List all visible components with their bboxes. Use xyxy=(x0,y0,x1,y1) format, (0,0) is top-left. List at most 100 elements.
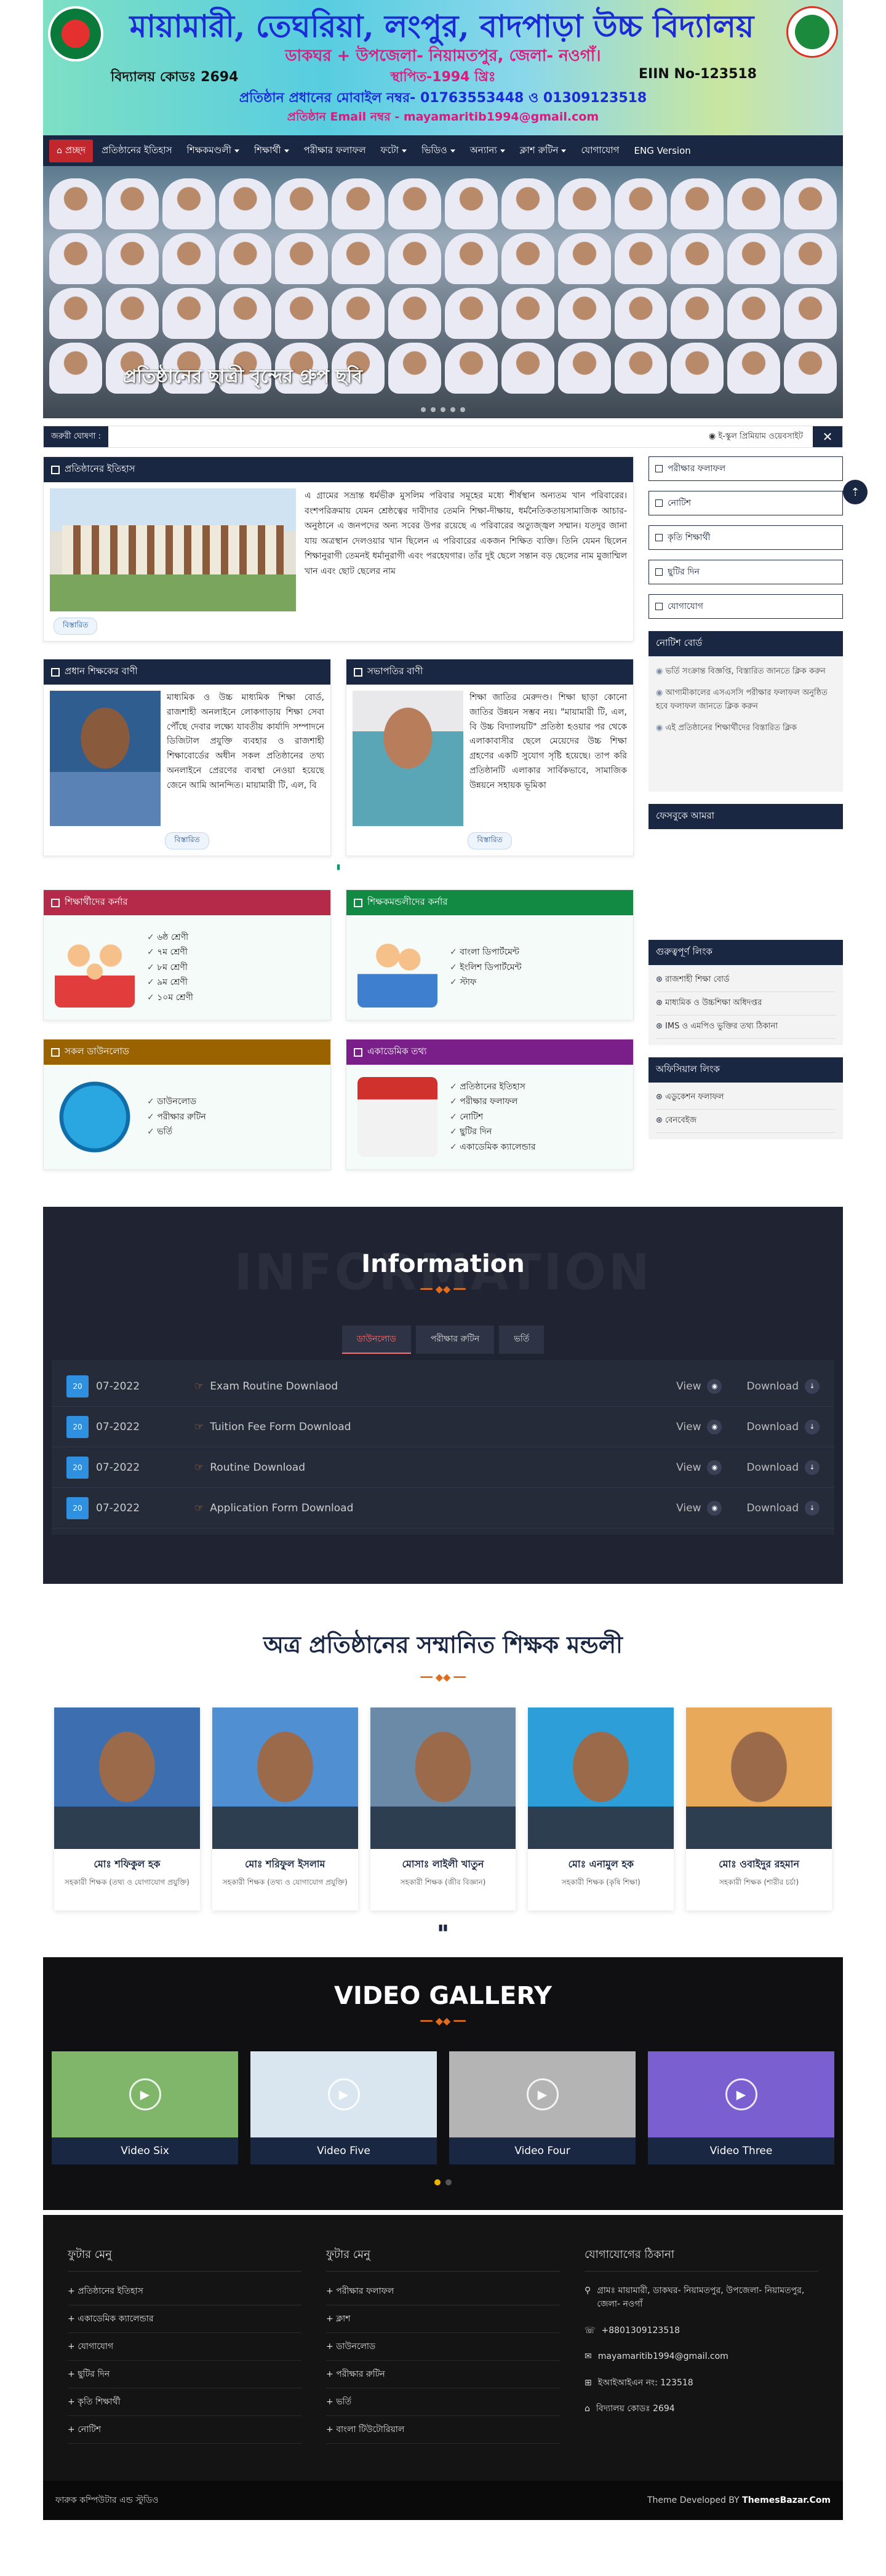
footer-link[interactable]: পরীক্ষার ফলাফল xyxy=(326,2278,560,2305)
category-link[interactable]: স্টাফ xyxy=(450,975,522,990)
category-link[interactable]: প্রতিষ্ঠানের ইতিহাস xyxy=(450,1079,536,1095)
nav-item[interactable]: শিক্ষার্থী xyxy=(247,140,297,162)
category-link[interactable]: ডাউনলোড xyxy=(147,1094,206,1110)
category-link[interactable]: ৭ম শ্রেণী xyxy=(147,945,193,960)
category-link[interactable]: নোটিশ xyxy=(450,1110,536,1125)
sidebar-link[interactable]: কৃতি শিক্ষার্থী xyxy=(649,525,843,550)
carousel-dot[interactable] xyxy=(445,2179,452,2185)
contact-text: +8801309123518 xyxy=(601,2325,680,2335)
carousel-dot[interactable] xyxy=(434,2179,441,2185)
nav-item[interactable]: পরীক্ষার ফলাফল xyxy=(297,140,373,162)
important-link[interactable]: মাধ্যমিক ও উচ্চশিক্ষা অধিদপ্তর xyxy=(656,992,836,1016)
footer-link[interactable]: ক্লাশ xyxy=(326,2305,560,2333)
important-link[interactable]: IMS ও এমপিও ভুক্তির তথ্য ঠিকানা xyxy=(656,1016,836,1039)
teacher-card[interactable]: মোঃ শরিফুল ইসলাম সহকারী শিক্ষক (তথ্য ও যো… xyxy=(212,1707,358,1910)
category-link[interactable]: ৯ম শ্রেণী xyxy=(147,975,193,990)
official-link[interactable]: এডুকেশন ফলাফল xyxy=(656,1086,836,1110)
footer-link[interactable]: পরীক্ষার রুটিন xyxy=(326,2361,560,2388)
nav-item[interactable]: ভিডিও xyxy=(414,140,463,162)
play-icon[interactable]: ▶ xyxy=(526,2078,559,2110)
teacher-card[interactable]: মোঃ এনামুল হক সহকারী শিক্ষক (কৃষি শিক্ষা) xyxy=(528,1707,674,1910)
footer-link[interactable]: একাডেমিক ক্যালেন্ডার xyxy=(68,2305,301,2333)
nav-item[interactable]: প্রতিষ্ঠানের ইতিহাস xyxy=(94,140,179,162)
video-card[interactable]: ▶ Video Five xyxy=(250,2051,437,2165)
sidebar-link[interactable]: পরীক্ষার ফলাফল xyxy=(649,456,843,481)
category-link[interactable]: ১০ম শ্রেণী xyxy=(147,990,193,1006)
nav-item[interactable]: ফটো xyxy=(373,140,414,162)
chevron-down-icon xyxy=(284,149,289,153)
category-link[interactable]: ৮ম শ্রেণী xyxy=(147,960,193,976)
teacher-role: সহকারী শিক্ষক (তথ্য ও যোগাযোগ প্রযুক্তি) xyxy=(64,1878,190,1886)
view-button[interactable]: View ◉ xyxy=(676,1500,722,1516)
teacher-card[interactable]: মোসাঃ লাইলী খাতুন সহকারী শিক্ষক (জীব বিজ্… xyxy=(370,1707,516,1910)
nav-item[interactable]: ENG Version xyxy=(627,140,698,162)
view-button[interactable]: View ◉ xyxy=(676,1378,722,1394)
scroll-top-icon[interactable]: ⇡ xyxy=(843,480,868,504)
play-icon[interactable]: ▶ xyxy=(725,2078,757,2110)
sidebar-link[interactable]: যোগাযোগ xyxy=(649,594,843,619)
category-link[interactable]: ভর্তি xyxy=(147,1124,206,1140)
footer-link[interactable]: ছুটির দিন xyxy=(68,2361,301,2388)
category-link[interactable]: পরীক্ষার রুটিন xyxy=(147,1110,206,1125)
view-button[interactable]: View ◉ xyxy=(676,1460,722,1475)
info-tab[interactable]: পরীক্ষার রুটিন xyxy=(415,1326,495,1354)
eye-icon: ◉ xyxy=(707,1378,722,1394)
slider-dot[interactable] xyxy=(431,407,436,412)
info-name: Tuition Fee Form Download xyxy=(210,1420,351,1433)
category-link[interactable]: ইংলিশ ডিপার্টমেন্ট xyxy=(450,960,521,976)
category-link[interactable]: ছুটির দিন xyxy=(450,1124,536,1140)
video-card[interactable]: ▶ Video Six xyxy=(52,2051,238,2165)
chair-message-more-button[interactable]: বিস্তারিত xyxy=(468,832,512,849)
notice-item[interactable]: ভর্তি সংক্রান্ত বিজ্ঞপ্তি, বিস্তারিত জান… xyxy=(656,665,836,678)
sidebar-link[interactable]: ছুটির দিন xyxy=(649,560,843,584)
head-message-more-button[interactable]: বিস্তারিত xyxy=(165,832,209,849)
view-button[interactable]: View ◉ xyxy=(676,1419,722,1434)
category-link[interactable]: একাডেমিক ক্যালেন্ডার xyxy=(450,1140,535,1155)
footer-link[interactable]: প্রতিষ্ঠানের ইতিহাস xyxy=(68,2278,301,2305)
important-link[interactable]: রাজশাহী শিক্ষা বোর্ড xyxy=(656,969,836,992)
history-more-button[interactable]: বিস্তারিত xyxy=(54,618,98,635)
notice-item[interactable]: এই প্রতিষ্ঠানের শিক্ষার্থীদের বিস্তারিত … xyxy=(656,722,836,734)
teacher-card[interactable]: মোঃ শফিকুল হক সহকারী শিক্ষক (তথ্য ও যোগায… xyxy=(54,1707,200,1910)
download-button[interactable]: Download ↓ xyxy=(746,1460,820,1475)
student-figure xyxy=(727,178,781,229)
download-button[interactable]: Download ↓ xyxy=(746,1500,820,1516)
footer-link[interactable]: ভর্তি xyxy=(326,2388,560,2416)
slider-dot[interactable] xyxy=(421,407,426,412)
footer-link[interactable]: যোগাযোগ xyxy=(68,2333,301,2361)
important-links-title: গুরুত্বপূর্ণ লিংক xyxy=(656,946,712,957)
student-figure xyxy=(49,233,102,284)
play-icon[interactable]: ▶ xyxy=(129,2078,161,2110)
close-icon[interactable]: ✕ xyxy=(813,426,842,447)
video-card[interactable]: ▶ Video Three xyxy=(648,2051,834,2165)
download-button[interactable]: Download ↓ xyxy=(746,1419,820,1434)
sidebar-link[interactable]: নোটিশ xyxy=(649,491,843,515)
footer-link[interactable]: বাংলা টিউটোরিয়াল xyxy=(326,2416,560,2444)
info-tab[interactable]: ভর্তি xyxy=(499,1326,545,1354)
footer-link[interactable]: নোটিশ xyxy=(68,2416,301,2444)
category-link[interactable]: বাংলা ডিপার্টমেন্ট xyxy=(450,945,522,960)
category-link[interactable]: ৬ষ্ঠ শ্রেণী xyxy=(147,930,193,945)
nav-home[interactable]: ⌂ প্রচ্ছদ xyxy=(49,139,94,162)
ticker-text[interactable]: ◉ ই-স্কুল প্রিমিয়াম ওয়েবসাইট xyxy=(108,431,813,443)
teacher-card[interactable]: মোঃ ওবাইদুর রহমান সহকারী শিক্ষক (শারীর চর… xyxy=(686,1707,832,1910)
nav-item[interactable]: অন্যান্য xyxy=(463,140,513,162)
nav-item[interactable]: যোগাযোগ xyxy=(573,140,626,162)
slider-dot[interactable] xyxy=(441,407,445,412)
official-link[interactable]: বেনবেইজ xyxy=(656,1110,836,1133)
nav-item[interactable]: ক্লাশ রুটিন xyxy=(513,140,574,162)
category-link[interactable]: পরীক্ষার ফলাফল xyxy=(450,1094,536,1110)
info-tab[interactable]: ডাউনলোড xyxy=(341,1326,411,1354)
download-button[interactable]: Download ↓ xyxy=(746,1378,820,1394)
notice-item[interactable]: আগামীকালের এসএসসি পরীক্ষার ফলাফল অনুষ্ঠি… xyxy=(656,686,836,713)
footer-link[interactable]: কৃতি শিক্ষার্থী xyxy=(68,2388,301,2416)
slider-dot[interactable] xyxy=(460,407,465,412)
video-card[interactable]: ▶ Video Four xyxy=(449,2051,636,2165)
developer-link[interactable]: ThemesBazar.Com xyxy=(742,2495,831,2505)
play-icon[interactable]: ▶ xyxy=(327,2078,360,2110)
nav-item[interactable]: শিক্ষকমণ্ডলী xyxy=(180,140,247,162)
info-date: 07-2022 xyxy=(96,1380,140,1393)
slider-dot[interactable] xyxy=(450,407,455,412)
footer-link[interactable]: ডাউনলোড xyxy=(326,2333,560,2361)
hero-slider[interactable]: প্রতিষ্ঠানের ছাত্রী বৃন্দের গ্রুপ ছবি xyxy=(43,166,843,418)
